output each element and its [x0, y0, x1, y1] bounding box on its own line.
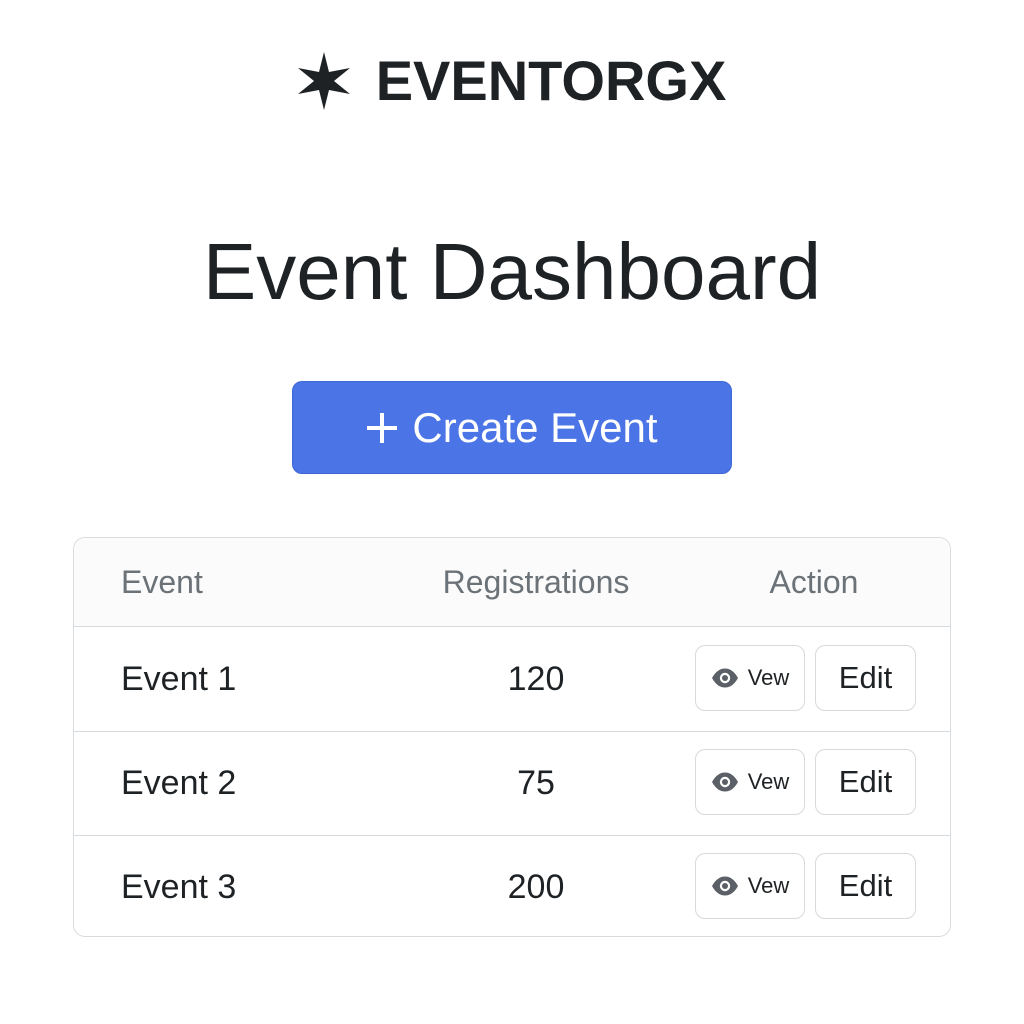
- table-row: Event 1 120 Vew Edit: [74, 627, 950, 732]
- brand-name: EVENTORGX: [375, 49, 727, 112]
- view-button[interactable]: Vew: [695, 645, 805, 711]
- view-label: Vew: [747, 873, 790, 898]
- view-button[interactable]: Vew: [695, 749, 805, 815]
- registrations-count: 75: [517, 764, 555, 802]
- star-burst-icon: [297, 52, 350, 110]
- table-row: Event 3 200 Vew Edit: [74, 835, 950, 936]
- page: EVENTORGX Event Dashboard Create Event E…: [0, 0, 1024, 1024]
- eye-icon: [711, 668, 739, 688]
- edit-button[interactable]: Edit: [815, 853, 916, 919]
- view-label: Vew: [747, 769, 790, 794]
- edit-button[interactable]: Edit: [815, 749, 916, 815]
- events-table: Event Registrations Action Event 1 120 V…: [73, 537, 951, 937]
- header-action: Action: [769, 564, 859, 600]
- header-registrations: Registrations: [442, 564, 630, 600]
- brand-header: EVENTORGX: [0, 52, 1024, 110]
- header-event: Event: [121, 564, 203, 600]
- eye-icon: [711, 876, 739, 896]
- view-label: Vew: [747, 665, 790, 690]
- event-name: Event 1: [121, 660, 237, 698]
- create-event-button[interactable]: Create Event: [292, 381, 732, 474]
- table-header: Event Registrations Action: [74, 538, 950, 627]
- eye-icon: [711, 772, 739, 792]
- event-name: Event 3: [121, 868, 237, 906]
- table-row: Event 2 75 Vew Edit: [74, 731, 950, 836]
- create-event-label: Create Event: [412, 403, 658, 451]
- plus-icon: [366, 412, 398, 444]
- edit-button[interactable]: Edit: [815, 645, 916, 711]
- view-button[interactable]: Vew: [695, 853, 805, 919]
- event-name: Event 2: [121, 764, 237, 802]
- page-title: Event Dashboard: [202, 227, 822, 316]
- registrations-count: 120: [507, 660, 565, 698]
- registrations-count: 200: [507, 868, 565, 906]
